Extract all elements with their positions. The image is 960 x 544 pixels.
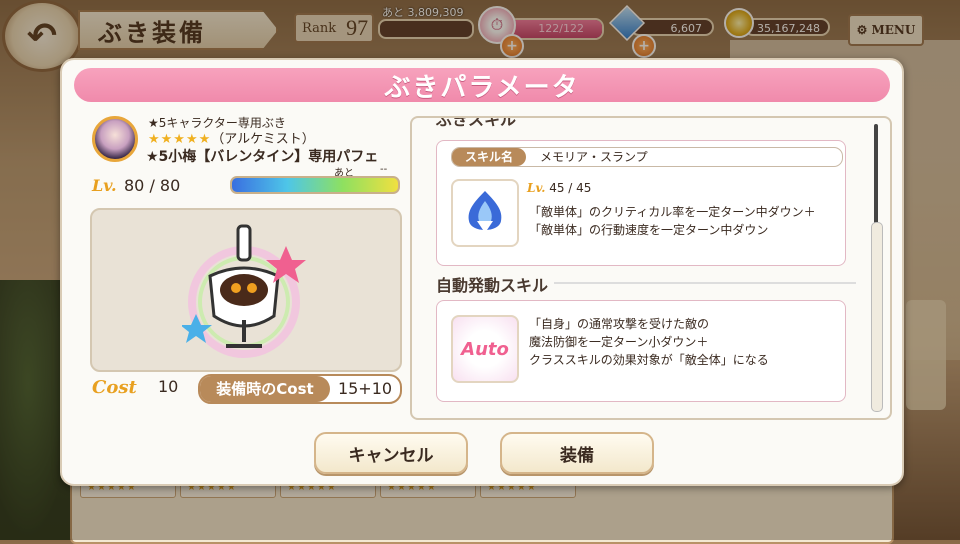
- auto-skill-description: 「自身」の通常攻撃を受けた敵の 魔法防御を一定ターン小ダウン＋ クラススキルの効…: [529, 315, 769, 369]
- auto-desc-line: 魔法防御を一定ターン小ダウン＋: [529, 335, 709, 349]
- skill-debuff-icon: [451, 179, 519, 247]
- weapon-image-box: [90, 208, 402, 372]
- skill-name-pill: スキル名 メモリア・スランプ: [451, 147, 843, 167]
- next-level-value: --: [380, 164, 388, 175]
- equip-cost-label: 装備時のCost: [200, 376, 330, 402]
- parfait-weapon-image: [182, 224, 306, 358]
- weapon-parameter-dialog: ぶきパラメータ ★5キャラクター専用ぶき ★★★★★（アルケミスト） ★5小梅【…: [60, 58, 904, 486]
- section-divider: [554, 282, 856, 284]
- level-value: 80 / 80: [124, 176, 181, 195]
- skill-desc-line: 「敵単体」の行動速度を一定ターン中ダウン: [529, 223, 769, 237]
- skill-level: Lv. 45 / 45: [527, 181, 591, 195]
- level-label: Lv.: [92, 176, 117, 195]
- level-gauge: [230, 176, 400, 194]
- dialog-title: ぶきパラメータ: [74, 68, 890, 103]
- skill-level-value: 45 / 45: [549, 181, 592, 195]
- weapon-skill-heading: ぶきスキル: [436, 116, 517, 129]
- character-avatar: [92, 116, 138, 162]
- skill-name: メモリア・スランプ: [540, 150, 648, 164]
- auto-desc-line: 「自身」の通常攻撃を受けた敵の: [529, 317, 710, 331]
- equip-cost-box: 装備時のCost 15+10: [198, 374, 402, 404]
- scrollbar-thumb[interactable]: [871, 222, 883, 412]
- weapon-name: ★5小梅【バレンタイン】専用パフェ: [146, 149, 379, 165]
- weapon-skill-card: スキル名 メモリア・スランプ Lv. 45 / 45 「敵単体」のクリティカル率…: [436, 140, 846, 266]
- cancel-button[interactable]: キャンセル: [314, 432, 468, 474]
- auto-skill-card: Auto 「自身」の通常攻撃を受けた敵の 魔法防御を一定ターン小ダウン＋ クラス…: [436, 300, 846, 402]
- skill-description: 「敵単体」のクリティカル率を一定ターン中ダウン＋ 「敵単体」の行動速度を一定ター…: [529, 203, 816, 239]
- rarity-stars: ★★★★★: [148, 132, 212, 147]
- equip-cost-value: 15+10: [337, 379, 393, 398]
- weapon-class-row: ★★★★★（アルケミスト）: [148, 128, 315, 147]
- cost-label: Cost: [92, 377, 137, 398]
- equip-button[interactable]: 装備: [500, 432, 654, 474]
- auto-desc-line: クラススキルの効果対象が「敵全体」になる: [529, 353, 769, 367]
- auto-skill-heading: 自動発動スキル: [436, 276, 549, 295]
- cost-value: 10: [158, 377, 179, 396]
- skill-scroll-panel[interactable]: ぶきスキル スキル名 メモリア・スランプ Lv. 45 / 45 「敵単体」のク…: [410, 116, 892, 420]
- auto-icon: Auto: [451, 315, 519, 383]
- skill-level-label: Lv.: [527, 181, 546, 195]
- skill-name-tag: スキル名: [452, 148, 526, 166]
- skill-desc-line: 「敵単体」のクリティカル率を一定ターン中ダウン＋: [529, 205, 816, 219]
- class-label: （アルケミスト）: [211, 132, 315, 147]
